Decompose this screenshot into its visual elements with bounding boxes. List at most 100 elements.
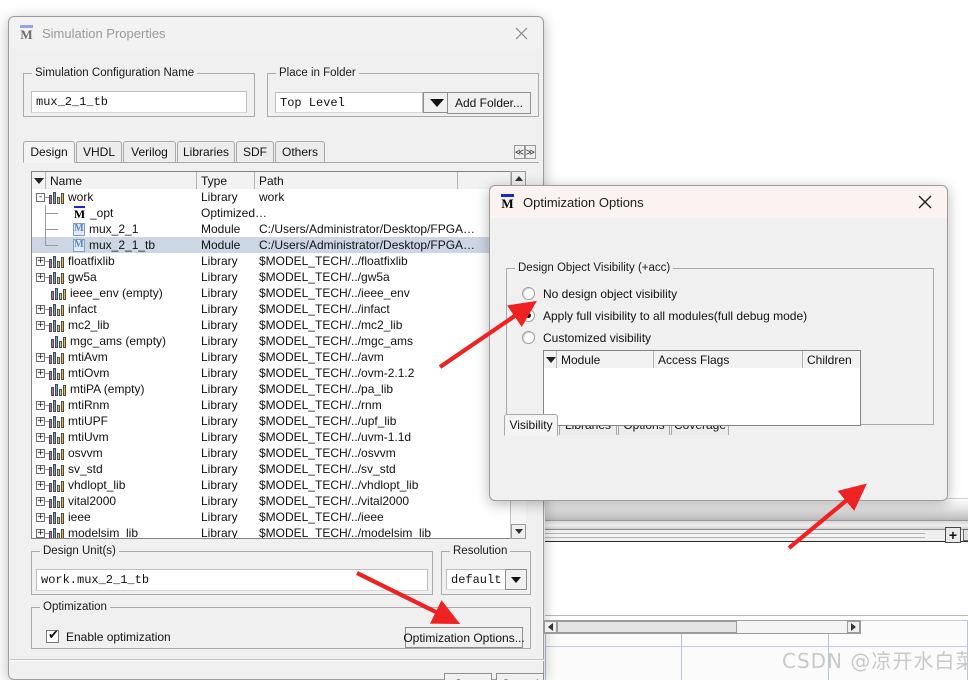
tab-libraries[interactable]: Libraries bbox=[177, 141, 235, 162]
background-small-button[interactable] bbox=[963, 529, 968, 541]
tab-design[interactable]: Design bbox=[23, 141, 75, 163]
optimization-options-close-button[interactable] bbox=[903, 186, 947, 218]
customized-visibility-table[interactable]: Module Access Flags Children bbox=[543, 350, 861, 426]
table-row[interactable]: Mmux_2_1 Module C:/Users/Administrator/Des… bbox=[32, 221, 522, 237]
hscroll-right-button[interactable] bbox=[847, 621, 860, 633]
table-row[interactable]: ieee_env (empty) Library $MODEL_TECH/../ie… bbox=[32, 285, 522, 301]
optimization-options-button[interactable]: Optimization Options... bbox=[403, 627, 525, 648]
tab-others[interactable]: Others bbox=[275, 141, 325, 162]
table-row[interactable]: M _opt Optimized… bbox=[32, 205, 522, 221]
table-row[interactable]: Mmux_2_1_tb Module C:/Users/Administrator/… bbox=[32, 237, 522, 253]
tree-node[interactable]: + mc2_lib bbox=[36, 317, 109, 333]
table-row[interactable]: + ieee Library $MODEL_TECH/../ieee bbox=[32, 509, 522, 525]
cancel-button[interactable]: Cancel bbox=[496, 673, 544, 680]
expand-icon[interactable]: + bbox=[36, 480, 45, 490]
table-row[interactable]: - work Library work bbox=[32, 189, 522, 205]
tree-node[interactable]: + modelsim_lib bbox=[36, 525, 138, 538]
collapse-icon[interactable]: - bbox=[36, 192, 45, 202]
column-header-path[interactable]: Path bbox=[255, 172, 458, 189]
table-row[interactable]: + sv_std Library $MODEL_TECH/../sv_std bbox=[32, 461, 522, 477]
resolution-dropdown-button[interactable] bbox=[505, 569, 527, 590]
place-in-folder-input[interactable]: Top Level bbox=[275, 92, 423, 113]
table-row[interactable]: mgc_ams (empty) Library $MODEL_TECH/../mgc… bbox=[32, 333, 522, 349]
tab-visibility[interactable]: Visibility bbox=[504, 414, 558, 436]
scroll-up-button[interactable] bbox=[511, 171, 526, 186]
save-button[interactable]: Save bbox=[444, 673, 492, 680]
tree-node[interactable]: + vhdlopt_lib bbox=[36, 477, 125, 493]
table-row[interactable]: + osvvm Library $MODEL_TECH/../osvvm bbox=[32, 445, 522, 461]
tab-scroll-left-icon[interactable]: ≪ bbox=[514, 145, 525, 159]
tab-vhdl[interactable]: VHDL bbox=[76, 141, 122, 162]
tree-node[interactable]: + sv_std bbox=[36, 461, 103, 477]
expand-icon[interactable]: + bbox=[36, 400, 45, 410]
expand-icon[interactable]: + bbox=[36, 272, 45, 282]
expand-icon[interactable]: + bbox=[36, 528, 45, 538]
table-row[interactable]: + vital2000 Library $MODEL_TECH/../vital200… bbox=[32, 493, 522, 509]
tree-node[interactable]: Mmux_2_1_tb bbox=[58, 237, 155, 253]
customized-visibility-hscrollbar[interactable] bbox=[543, 620, 861, 634]
tree-node[interactable]: - work bbox=[36, 189, 93, 205]
design-tree-list[interactable]: Name Type Path - work Library work M _opt Opti… bbox=[31, 171, 523, 539]
tab-scroll-arrows[interactable]: ≪ ≫ bbox=[514, 145, 536, 159]
column-header-access-flags[interactable]: Access Flags bbox=[654, 351, 803, 368]
table-row[interactable]: + mtiRnm Library $MODEL_TECH/../rnm bbox=[32, 397, 522, 413]
tree-node[interactable]: mgc_ams (empty) bbox=[36, 333, 166, 349]
tree-node[interactable]: + vital2000 bbox=[36, 493, 116, 509]
radio-no-design-object-visibility[interactable] bbox=[522, 287, 535, 300]
hscroll-thumb[interactable] bbox=[557, 621, 737, 633]
enable-optimization-checkbox[interactable]: ✔ bbox=[46, 629, 59, 643]
add-folder-button[interactable]: Add Folder... bbox=[447, 92, 531, 114]
table-row[interactable]: + infact Library $MODEL_TECH/../infact bbox=[32, 301, 522, 317]
simulation-properties-titlebar[interactable]: M Simulation Properties bbox=[9, 17, 543, 49]
table-row[interactable]: + vhdlopt_lib Library $MODEL_TECH/../vhdlop… bbox=[32, 477, 522, 493]
tree-node[interactable]: mtiPA (empty) bbox=[36, 381, 144, 397]
tree-node[interactable]: + mtiAvm bbox=[36, 349, 108, 365]
radio-customized-visibility[interactable] bbox=[522, 331, 535, 344]
tree-node[interactable]: + floatfixlib bbox=[36, 253, 115, 269]
expand-icon[interactable]: + bbox=[36, 352, 45, 362]
zoom-in-icon[interactable]: + bbox=[945, 527, 961, 543]
expand-icon[interactable]: + bbox=[36, 496, 45, 506]
radio-apply-full-visibility[interactable] bbox=[522, 309, 535, 322]
table-row[interactable]: mtiPA (empty) Library $MODEL_TECH/../pa_li… bbox=[32, 381, 522, 397]
tree-node[interactable]: + mtiOvm bbox=[36, 365, 109, 381]
tab-scroll-right-icon[interactable]: ≫ bbox=[525, 145, 536, 159]
optimization-options-titlebar[interactable]: M Optimization Options bbox=[490, 186, 947, 218]
tree-node[interactable]: + infact bbox=[36, 301, 97, 317]
tree-node[interactable]: + osvvm bbox=[36, 445, 103, 461]
resolution-input[interactable]: default bbox=[446, 569, 506, 590]
simulation-configuration-name-input[interactable]: mux_2_1_tb bbox=[31, 91, 247, 113]
column-filter-button[interactable] bbox=[544, 351, 557, 368]
expand-icon[interactable]: + bbox=[36, 320, 45, 330]
table-row[interactable]: + mtiAvm Library $MODEL_TECH/../avm bbox=[32, 349, 522, 365]
column-header-type[interactable]: Type bbox=[197, 172, 255, 189]
tree-node[interactable]: + ieee bbox=[36, 509, 91, 525]
tree-node[interactable]: + gw5a bbox=[36, 269, 97, 285]
tree-node[interactable]: Mmux_2_1 bbox=[58, 221, 138, 237]
tab-sdf[interactable]: SDF bbox=[236, 141, 274, 162]
column-header-module[interactable]: Module bbox=[557, 351, 654, 368]
table-row[interactable]: + mtiOvm Library $MODEL_TECH/../ovm-2.1.2 bbox=[32, 365, 522, 381]
table-row[interactable]: + mc2_lib Library $MODEL_TECH/../mc2_lib bbox=[32, 317, 522, 333]
table-row[interactable]: + mtiUvm Library $MODEL_TECH/../uvm-1.1d bbox=[32, 429, 522, 445]
scroll-down-button[interactable] bbox=[511, 524, 526, 539]
table-row[interactable]: + modelsim_lib Library $MODEL_TECH/../model… bbox=[32, 525, 522, 538]
expand-icon[interactable]: + bbox=[36, 448, 45, 458]
design-units-input[interactable]: work.mux_2_1_tb bbox=[36, 569, 428, 591]
tree-node[interactable]: + mtiUvm bbox=[36, 429, 109, 445]
column-filter-button[interactable] bbox=[32, 172, 46, 189]
hscroll-left-button[interactable] bbox=[544, 621, 557, 633]
tree-node[interactable]: + mtiUPF bbox=[36, 413, 108, 429]
tree-node[interactable]: ieee_env (empty) bbox=[36, 285, 163, 301]
column-header-children[interactable]: Children bbox=[803, 351, 860, 368]
table-row[interactable]: + gw5a Library $MODEL_TECH/../gw5a bbox=[32, 269, 522, 285]
expand-icon[interactable]: + bbox=[36, 432, 45, 442]
tree-node[interactable]: + mtiRnm bbox=[36, 397, 109, 413]
column-header-name[interactable]: Name bbox=[46, 172, 197, 189]
expand-icon[interactable]: + bbox=[36, 368, 45, 378]
expand-icon[interactable]: + bbox=[36, 512, 45, 522]
expand-icon[interactable]: + bbox=[36, 464, 45, 474]
simulation-properties-close-button[interactable] bbox=[499, 17, 543, 49]
tree-node[interactable]: M _opt bbox=[58, 205, 113, 221]
expand-icon[interactable]: + bbox=[36, 256, 45, 266]
